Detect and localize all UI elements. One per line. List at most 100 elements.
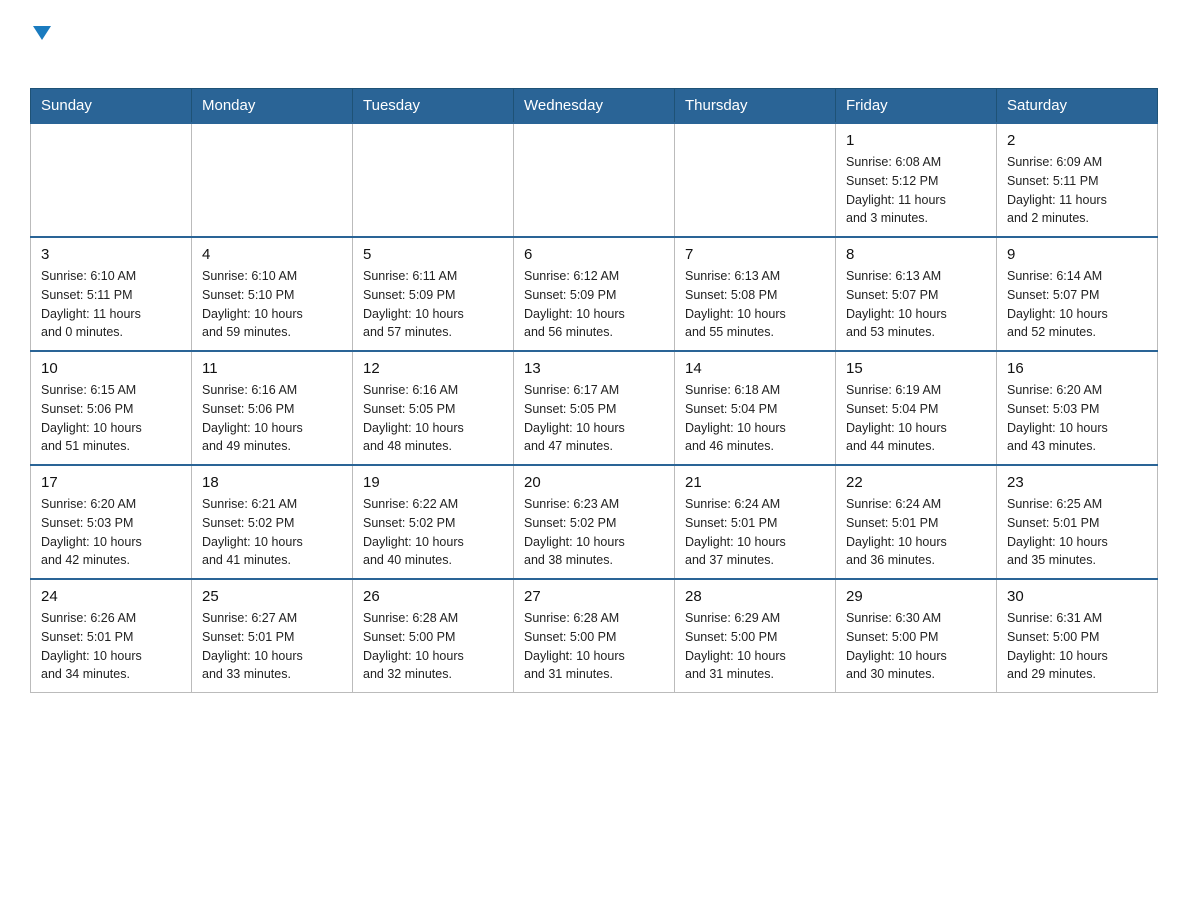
day-info: Sunrise: 6:30 AM Sunset: 5:00 PM Dayligh… bbox=[846, 609, 986, 684]
day-of-week-header: Sunday bbox=[31, 89, 192, 124]
calendar-cell: 11Sunrise: 6:16 AM Sunset: 5:06 PM Dayli… bbox=[192, 351, 353, 465]
calendar-cell: 14Sunrise: 6:18 AM Sunset: 5:04 PM Dayli… bbox=[675, 351, 836, 465]
day-number: 17 bbox=[41, 474, 181, 491]
calendar-cell: 23 Sunrise: 6:25 AM Sunset: 5:01 PM Dayli… bbox=[997, 465, 1158, 579]
calendar-cell: 29 Sunrise: 6:30 AM Sunset: 5:00 PM Dayli… bbox=[836, 579, 997, 693]
logo bbox=[30, 20, 53, 70]
calendar-cell: 1 Sunrise: 6:08 AM Sunset: 5:12 PM Daylig… bbox=[836, 123, 997, 237]
calendar-cell: 19 Sunrise: 6:22 AM Sunset: 5:02 PM Dayli… bbox=[353, 465, 514, 579]
day-number: 4 bbox=[202, 246, 342, 263]
calendar-cell: 3Sunrise: 6:10 AM Sunset: 5:11 PM Daylig… bbox=[31, 237, 192, 351]
calendar-cell bbox=[353, 123, 514, 237]
calendar-cell: 7 Sunrise: 6:13 AM Sunset: 5:08 PM Daylig… bbox=[675, 237, 836, 351]
calendar-cell bbox=[675, 123, 836, 237]
day-number: 1 bbox=[846, 132, 986, 149]
day-info: Sunrise: 6:27 AM Sunset: 5:01 PM Dayligh… bbox=[202, 609, 342, 684]
day-info: Sunrise: 6:13 AM Sunset: 5:07 PM Dayligh… bbox=[846, 267, 986, 342]
calendar-cell bbox=[514, 123, 675, 237]
day-number: 6 bbox=[524, 246, 664, 263]
day-number: 7 bbox=[685, 246, 825, 263]
calendar-cell: 25 Sunrise: 6:27 AM Sunset: 5:01 PM Dayli… bbox=[192, 579, 353, 693]
calendar-header-row: SundayMondayTuesdayWednesdayThursdayFrid… bbox=[31, 89, 1158, 124]
calendar-cell: 17 Sunrise: 6:20 AM Sunset: 5:03 PM Dayli… bbox=[31, 465, 192, 579]
calendar-cell: 18Sunrise: 6:21 AM Sunset: 5:02 PM Dayli… bbox=[192, 465, 353, 579]
day-info: Sunrise: 6:29 AM Sunset: 5:00 PM Dayligh… bbox=[685, 609, 825, 684]
day-number: 8 bbox=[846, 246, 986, 263]
calendar-cell: 12 Sunrise: 6:16 AM Sunset: 5:05 PM Dayli… bbox=[353, 351, 514, 465]
logo-blue-text bbox=[30, 44, 32, 69]
day-number: 19 bbox=[363, 474, 503, 491]
day-number: 15 bbox=[846, 360, 986, 377]
calendar-cell: 8 Sunrise: 6:13 AM Sunset: 5:07 PM Daylig… bbox=[836, 237, 997, 351]
day-info: Sunrise: 6:22 AM Sunset: 5:02 PM Dayligh… bbox=[363, 495, 503, 570]
calendar-cell bbox=[31, 123, 192, 237]
day-info: Sunrise: 6:10 AM Sunset: 5:10 PM Dayligh… bbox=[202, 267, 342, 342]
calendar-cell: 27Sunrise: 6:28 AM Sunset: 5:00 PM Dayli… bbox=[514, 579, 675, 693]
day-info: Sunrise: 6:24 AM Sunset: 5:01 PM Dayligh… bbox=[685, 495, 825, 570]
page-header bbox=[30, 20, 1158, 70]
day-of-week-header: Wednesday bbox=[514, 89, 675, 124]
day-info: Sunrise: 6:14 AM Sunset: 5:07 PM Dayligh… bbox=[1007, 267, 1147, 342]
day-number: 21 bbox=[685, 474, 825, 491]
calendar-cell: 9 Sunrise: 6:14 AM Sunset: 5:07 PM Daylig… bbox=[997, 237, 1158, 351]
day-number: 10 bbox=[41, 360, 181, 377]
calendar-cell: 2 Sunrise: 6:09 AM Sunset: 5:11 PM Daylig… bbox=[997, 123, 1158, 237]
day-number: 20 bbox=[524, 474, 664, 491]
day-number: 25 bbox=[202, 588, 342, 605]
day-of-week-header: Monday bbox=[192, 89, 353, 124]
day-info: Sunrise: 6:20 AM Sunset: 5:03 PM Dayligh… bbox=[41, 495, 181, 570]
day-number: 12 bbox=[363, 360, 503, 377]
day-of-week-header: Saturday bbox=[997, 89, 1158, 124]
day-info: Sunrise: 6:28 AM Sunset: 5:00 PM Dayligh… bbox=[363, 609, 503, 684]
day-number: 14 bbox=[685, 360, 825, 377]
calendar-cell: 30 Sunrise: 6:31 AM Sunset: 5:00 PM Dayli… bbox=[997, 579, 1158, 693]
calendar-cell: 5 Sunrise: 6:11 AM Sunset: 5:09 PM Daylig… bbox=[353, 237, 514, 351]
day-info: Sunrise: 6:19 AM Sunset: 5:04 PM Dayligh… bbox=[846, 381, 986, 456]
calendar-week-row: 17 Sunrise: 6:20 AM Sunset: 5:03 PM Dayli… bbox=[31, 465, 1158, 579]
calendar-cell: 21 Sunrise: 6:24 AM Sunset: 5:01 PM Dayli… bbox=[675, 465, 836, 579]
day-of-week-header: Thursday bbox=[675, 89, 836, 124]
day-number: 9 bbox=[1007, 246, 1147, 263]
day-info: Sunrise: 6:09 AM Sunset: 5:11 PM Dayligh… bbox=[1007, 153, 1147, 228]
day-info: Sunrise: 6:24 AM Sunset: 5:01 PM Dayligh… bbox=[846, 495, 986, 570]
day-info: Sunrise: 6:08 AM Sunset: 5:12 PM Dayligh… bbox=[846, 153, 986, 228]
day-number: 16 bbox=[1007, 360, 1147, 377]
day-number: 24 bbox=[41, 588, 181, 605]
day-of-week-header: Friday bbox=[836, 89, 997, 124]
calendar-week-row: 10 Sunrise: 6:15 AM Sunset: 5:06 PM Dayli… bbox=[31, 351, 1158, 465]
day-info: Sunrise: 6:26 AM Sunset: 5:01 PM Dayligh… bbox=[41, 609, 181, 684]
logo-arrow-icon bbox=[31, 22, 53, 44]
calendar-cell: 10 Sunrise: 6:15 AM Sunset: 5:06 PM Dayli… bbox=[31, 351, 192, 465]
day-info: Sunrise: 6:28 AM Sunset: 5:00 PM Dayligh… bbox=[524, 609, 664, 684]
calendar-table: SundayMondayTuesdayWednesdayThursdayFrid… bbox=[30, 88, 1158, 693]
calendar-body: 1 Sunrise: 6:08 AM Sunset: 5:12 PM Daylig… bbox=[31, 123, 1158, 693]
day-number: 2 bbox=[1007, 132, 1147, 149]
day-info: Sunrise: 6:13 AM Sunset: 5:08 PM Dayligh… bbox=[685, 267, 825, 342]
day-number: 13 bbox=[524, 360, 664, 377]
day-number: 11 bbox=[202, 360, 342, 377]
calendar-cell: 6Sunrise: 6:12 AM Sunset: 5:09 PM Daylig… bbox=[514, 237, 675, 351]
day-number: 29 bbox=[846, 588, 986, 605]
day-number: 22 bbox=[846, 474, 986, 491]
day-info: Sunrise: 6:25 AM Sunset: 5:01 PM Dayligh… bbox=[1007, 495, 1147, 570]
day-info: Sunrise: 6:21 AM Sunset: 5:02 PM Dayligh… bbox=[202, 495, 342, 570]
calendar-week-row: 1 Sunrise: 6:08 AM Sunset: 5:12 PM Daylig… bbox=[31, 123, 1158, 237]
calendar-cell: 13Sunrise: 6:17 AM Sunset: 5:05 PM Dayli… bbox=[514, 351, 675, 465]
day-info: Sunrise: 6:16 AM Sunset: 5:05 PM Dayligh… bbox=[363, 381, 503, 456]
day-number: 30 bbox=[1007, 588, 1147, 605]
day-number: 23 bbox=[1007, 474, 1147, 491]
calendar-week-row: 24 Sunrise: 6:26 AM Sunset: 5:01 PM Dayli… bbox=[31, 579, 1158, 693]
day-info: Sunrise: 6:15 AM Sunset: 5:06 PM Dayligh… bbox=[41, 381, 181, 456]
calendar-cell bbox=[192, 123, 353, 237]
calendar-cell: 28Sunrise: 6:29 AM Sunset: 5:00 PM Dayli… bbox=[675, 579, 836, 693]
day-info: Sunrise: 6:11 AM Sunset: 5:09 PM Dayligh… bbox=[363, 267, 503, 342]
day-of-week-header: Tuesday bbox=[353, 89, 514, 124]
day-number: 3 bbox=[41, 246, 181, 263]
calendar-cell: 26Sunrise: 6:28 AM Sunset: 5:00 PM Dayli… bbox=[353, 579, 514, 693]
day-number: 5 bbox=[363, 246, 503, 263]
day-info: Sunrise: 6:20 AM Sunset: 5:03 PM Dayligh… bbox=[1007, 381, 1147, 456]
calendar-cell: 20 Sunrise: 6:23 AM Sunset: 5:02 PM Dayli… bbox=[514, 465, 675, 579]
day-info: Sunrise: 6:31 AM Sunset: 5:00 PM Dayligh… bbox=[1007, 609, 1147, 684]
calendar-cell: 16 Sunrise: 6:20 AM Sunset: 5:03 PM Dayli… bbox=[997, 351, 1158, 465]
day-info: Sunrise: 6:23 AM Sunset: 5:02 PM Dayligh… bbox=[524, 495, 664, 570]
